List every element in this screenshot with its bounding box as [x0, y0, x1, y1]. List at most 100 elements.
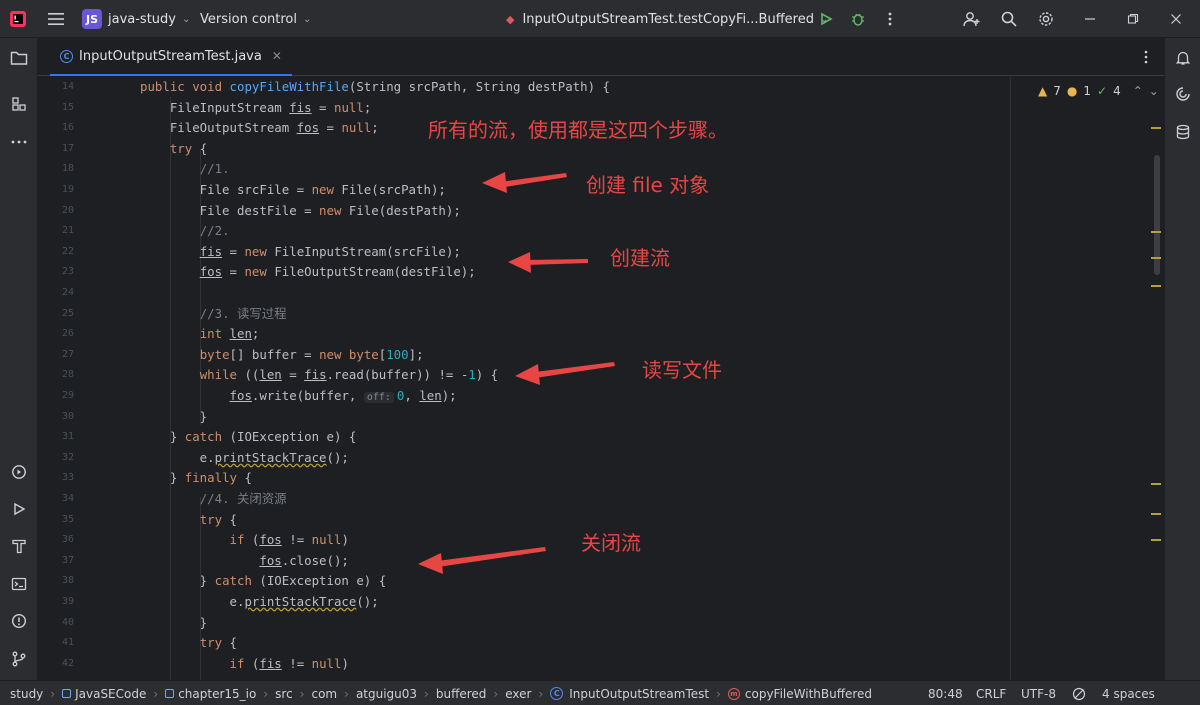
breadcrumb-item[interactable]: study	[10, 687, 43, 701]
code-line-14: public void copyFileWithFile(String srcP…	[140, 79, 610, 94]
breadcrumb-item[interactable]: atguigu03	[356, 687, 417, 701]
code-line-17: try {	[169, 140, 208, 156]
code-line-42: if (fis != null)	[229, 655, 349, 671]
notifications-bell-icon[interactable]	[1173, 48, 1193, 68]
breadcrumb: study › JavaSECode › chapter15_io › src …	[10, 681, 872, 705]
line-separator[interactable]: CRLF	[976, 681, 1006, 705]
add-user-icon[interactable]	[962, 9, 982, 29]
previous-highlight-icon[interactable]: ⌃	[1133, 84, 1143, 98]
java-class-icon: C	[550, 687, 564, 700]
git-branch-icon[interactable]	[9, 649, 29, 669]
code-line-22: fis = new FileInputStream(srcFile);	[199, 243, 461, 259]
code-line-29: fos.write(buffer, off: 0, len);	[229, 388, 457, 403]
chevron-right-icon: ›	[424, 686, 429, 701]
chevron-right-icon: ›	[299, 686, 305, 701]
services-icon[interactable]	[9, 462, 29, 482]
method-icon: m	[727, 687, 740, 700]
chevron-right-icon: ›	[716, 686, 721, 701]
code-line-40: }	[140, 614, 208, 630]
chevron-down-icon: ⌄	[181, 13, 191, 25]
project-folder-icon[interactable]	[9, 48, 29, 68]
terminal-icon[interactable]	[9, 574, 29, 594]
readonly-toggle-icon[interactable]	[1072, 681, 1086, 705]
code-line-26: int len;	[199, 326, 260, 342]
more-tools-icon[interactable]	[9, 132, 29, 152]
next-highlight-icon[interactable]: ⌄	[1149, 84, 1159, 98]
breadcrumb-item[interactable]: chapter15_io	[178, 687, 256, 701]
breadcrumb-item[interactable]: JavaSECode	[75, 687, 146, 701]
code-line-28: while ((len = fis.read(buffer)) != -1) {	[199, 367, 499, 383]
structure-icon[interactable]	[9, 94, 29, 114]
breadcrumb-item[interactable]: copyFileWithBuffered	[745, 687, 872, 701]
line-number: 19	[61, 184, 74, 195]
line-number: 17	[61, 142, 74, 154]
annotation-create-file: 创建 file 对象	[586, 173, 710, 197]
search-icon[interactable]	[999, 9, 1019, 29]
breadcrumb-item[interactable]: buffered	[436, 687, 487, 701]
breadcrumb-item[interactable]: exer	[505, 687, 531, 701]
line-number: 23	[61, 266, 74, 278]
annotation-all-streams: 所有的流，使用都是这四个步骤。	[428, 118, 728, 142]
inspection-widget[interactable]: ▲ 7 ● 1 ✓ 4 ⌃ ⌄	[1038, 83, 1164, 99]
editor-tab-bar: C InputOutputStreamTest.java ✕	[38, 38, 1164, 76]
line-number: 38	[61, 575, 74, 587]
code-line-25: //3. 读写过程	[199, 305, 287, 321]
file-encoding[interactable]: UTF-8	[1021, 681, 1056, 705]
code-line-35: try {	[199, 511, 237, 527]
chevron-right-icon: ›	[493, 686, 499, 701]
caret-position[interactable]: 80:48	[928, 681, 963, 705]
breadcrumb-item[interactable]: src	[275, 687, 293, 701]
java-class-icon: C	[60, 49, 73, 63]
intellij-logo-icon[interactable]	[8, 9, 28, 29]
tab-options-icon[interactable]	[1136, 47, 1156, 67]
breadcrumb-item[interactable]: com	[311, 687, 337, 701]
code-line-39: e.printStackTrace();	[140, 594, 379, 609]
code-line-36: if (fos != null)	[229, 532, 349, 548]
code-line-20: File destFile = new File(destPath);	[140, 202, 461, 218]
tab-inputoutputstreamtest[interactable]: C InputOutputStreamTest.java ✕	[50, 38, 292, 76]
code-line-31: } catch (IOException e) {	[140, 429, 357, 445]
line-number: 16	[61, 122, 74, 134]
more-actions-icon[interactable]	[880, 9, 900, 29]
line-number: 36	[61, 534, 74, 546]
build-hammer-icon[interactable]	[9, 536, 29, 556]
run-icon[interactable]	[816, 9, 836, 29]
code-line-21: //2.	[199, 223, 230, 239]
project-selector[interactable]: JS java-study ⌄	[82, 0, 190, 38]
line-number: 21	[61, 225, 74, 237]
breadcrumb-item[interactable]: InputOutputStreamTest	[569, 687, 709, 701]
minimize-icon[interactable]	[1080, 9, 1100, 29]
restore-icon[interactable]	[1123, 9, 1143, 29]
run-tool-icon[interactable]	[9, 499, 29, 519]
debug-icon[interactable]	[848, 9, 868, 29]
code-editor[interactable]: 14 15 16 17 18 19 20 21 22 23 24 25 26 27 28 29 30 31 32 33…	[38, 77, 1164, 680]
run-config-selector[interactable]: ◆ InputOutputStreamTest.testCopyFi...Buf…	[506, 0, 828, 38]
right-margin-guide	[1010, 77, 1011, 680]
line-number: 41	[61, 637, 74, 649]
database-icon[interactable]	[1173, 122, 1193, 142]
scroll-warning-mark	[1151, 257, 1161, 259]
ai-assistant-icon[interactable]	[1173, 84, 1193, 104]
line-number: 35	[61, 513, 74, 525]
close-icon[interactable]	[1166, 9, 1186, 29]
line-number: 22	[61, 245, 74, 257]
line-number: 32	[61, 451, 74, 463]
line-number: 34	[61, 493, 74, 504]
scroll-warning-mark	[1151, 285, 1161, 287]
vcs-menu[interactable]: Version control ⌄	[200, 0, 311, 38]
close-tab-icon[interactable]: ✕	[272, 49, 282, 63]
run-config-name: InputOutputStreamTest.testCopyFi...Buffe…	[522, 11, 814, 27]
module-icon	[62, 689, 72, 698]
main-menu-icon[interactable]	[46, 9, 66, 29]
project-badge: JS	[82, 9, 102, 29]
scroll-warning-mark	[1151, 231, 1161, 233]
indent-setting[interactable]: 4 spaces	[1102, 681, 1155, 705]
settings-gear-icon[interactable]	[1036, 9, 1056, 29]
code-line-15: FileInputStream fis = null;	[140, 99, 372, 115]
code-line-16: FileOutputStream fos = null;	[140, 120, 379, 136]
typo-check-icon: ✓	[1097, 84, 1108, 98]
line-number: 40	[61, 616, 74, 628]
weak-warning-count: 1	[1083, 84, 1091, 98]
problems-icon[interactable]	[9, 611, 29, 631]
chevron-right-icon: ›	[153, 686, 159, 701]
